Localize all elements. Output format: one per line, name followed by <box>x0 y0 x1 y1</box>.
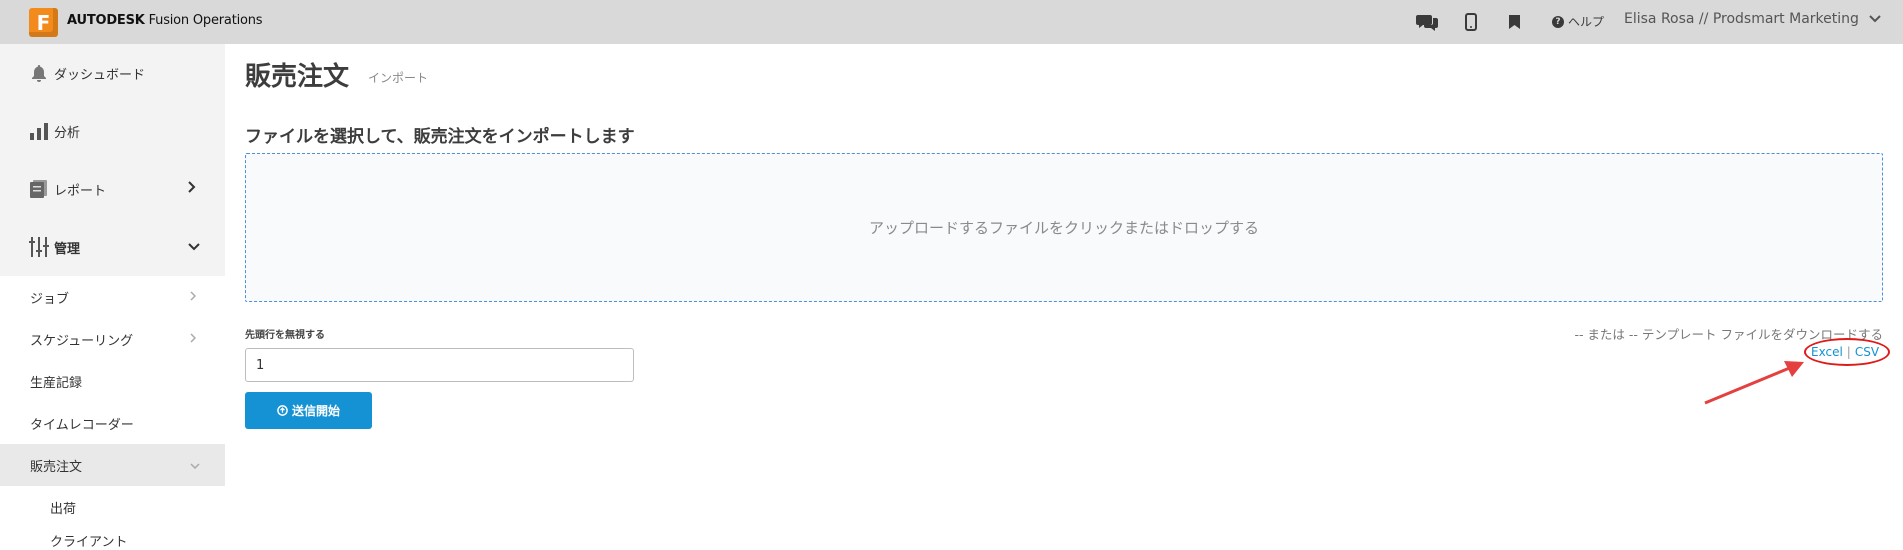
bell-icon <box>29 63 49 83</box>
sidebar-item-sales-orders[interactable]: 販売注文 <box>0 444 225 486</box>
chevron-down-icon <box>188 240 200 255</box>
sidebar-item-clients[interactable]: クライアント <box>50 531 127 550</box>
admin-submenu: ジョブ スケジューリング 生産記録 タイムレコーダー 販売注文 出荷 クライアン… <box>0 276 225 550</box>
top-bar: F AUTODESK Fusion Operations ? ヘルプ Elisa… <box>0 0 1903 44</box>
sidebar-item-time-recorder[interactable]: タイムレコーダー <box>0 402 225 444</box>
page-title: 販売注文 <box>245 62 350 92</box>
annotation-highlight-oval <box>1804 338 1890 366</box>
breadcrumb: インポート <box>368 71 429 85</box>
sidebar-item-production-records[interactable]: 生産記録 <box>0 360 225 402</box>
chevron-right-icon <box>188 181 196 197</box>
file-dropzone[interactable]: アップロードするファイルをクリックまたはドロップする <box>245 153 1883 302</box>
sidebar-item-analytics[interactable]: 分析 <box>0 102 225 160</box>
skip-rows-input[interactable] <box>245 348 634 382</box>
chevron-right-icon <box>190 332 197 346</box>
sidebar: ダッシュボード 分析 レポート 管理 ジョブ スケジューリング 生産記録 タイム… <box>0 44 225 550</box>
sidebar-item-admin[interactable]: 管理 <box>0 218 225 276</box>
bar-chart-icon <box>29 121 49 141</box>
mobile-icon[interactable] <box>1459 10 1483 34</box>
fusion-logo[interactable]: F <box>29 8 58 37</box>
sliders-icon <box>29 237 49 257</box>
bookmark-icon[interactable] <box>1502 10 1526 34</box>
sidebar-item-shipments[interactable]: 出荷 <box>50 498 76 517</box>
chevron-down-icon <box>190 459 200 472</box>
chat-icon[interactable] <box>1415 10 1439 34</box>
annotation-arrow-icon <box>1704 361 1804 405</box>
sidebar-item-dashboard[interactable]: ダッシュボード <box>0 44 225 102</box>
user-menu[interactable]: Elisa Rosa // Prodsmart Marketing <box>1624 11 1881 27</box>
sidebar-item-reports[interactable]: レポート <box>0 160 225 218</box>
section-title: ファイルを選択して、販売注文をインポートします <box>245 127 635 147</box>
report-icon <box>29 179 49 199</box>
help-link[interactable]: ? ヘルプ <box>1552 13 1604 30</box>
sidebar-item-jobs[interactable]: ジョブ <box>0 276 225 318</box>
submit-button[interactable]: 送信開始 <box>245 392 372 429</box>
chevron-right-icon <box>190 290 197 304</box>
sidebar-item-scheduling[interactable]: スケジューリング <box>0 318 225 360</box>
brand-name: AUTODESK Fusion Operations <box>67 13 263 28</box>
circle-arrow-icon <box>277 405 288 416</box>
chevron-down-icon <box>1869 15 1881 23</box>
help-icon: ? <box>1552 15 1564 28</box>
skip-rows-label: 先頭行を無視する <box>245 330 325 341</box>
dropzone-text: アップロードするファイルをクリックまたはドロップする <box>868 219 1259 237</box>
